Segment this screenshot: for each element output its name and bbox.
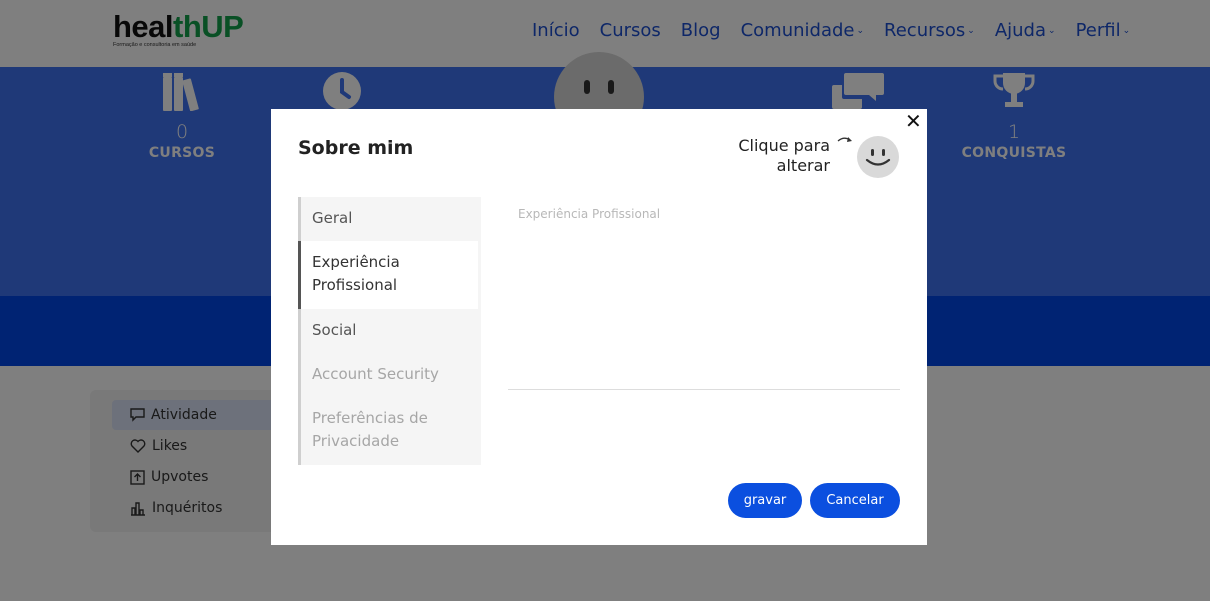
about-me-dialog: ✕ Sobre mim Clique para alterar Geral Ex… bbox=[271, 109, 927, 545]
dialog-title: Sobre mim bbox=[298, 137, 414, 159]
smiley-face-icon bbox=[865, 149, 891, 166]
profile-avatar[interactable] bbox=[857, 136, 899, 178]
professional-experience-textarea[interactable] bbox=[508, 205, 900, 390]
save-button[interactable]: gravar bbox=[728, 483, 802, 518]
tab-social[interactable]: Social bbox=[301, 319, 481, 342]
cancel-button[interactable]: Cancelar bbox=[810, 483, 900, 518]
tab-account-security[interactable]: Account Security bbox=[301, 363, 481, 386]
tab-preferencias-privacidade[interactable]: Preferências de Privacidade bbox=[301, 407, 481, 453]
tab-geral[interactable]: Geral bbox=[301, 207, 481, 230]
about-tabs: Geral Experiência Profissional Social Ac… bbox=[298, 197, 481, 465]
close-icon[interactable]: ✕ bbox=[905, 109, 922, 133]
curved-arrow-icon bbox=[837, 137, 852, 142]
tab-experiencia-profissional[interactable]: Experiência Profissional bbox=[298, 241, 478, 309]
avatar-change-hint: Clique para alterar bbox=[738, 136, 830, 175]
